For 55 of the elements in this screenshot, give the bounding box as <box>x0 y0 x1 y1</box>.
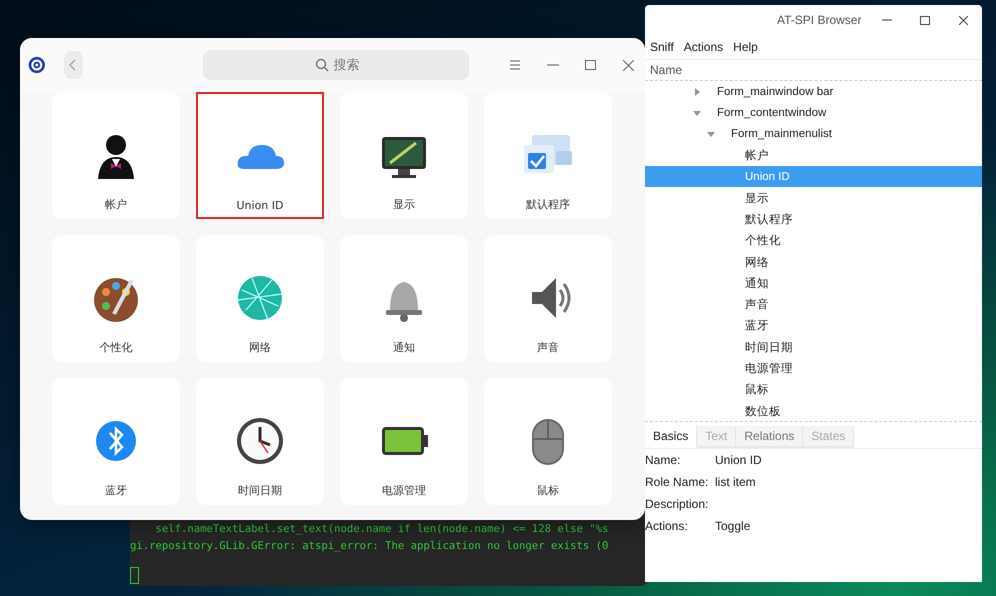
menu-item[interactable]: Sniff <box>650 40 674 54</box>
tree-item[interactable]: Form_mainwindow bar <box>645 81 982 102</box>
tree-item[interactable]: Form_mainmenulist <box>645 124 982 145</box>
settings-module-tile[interactable]: 显示 <box>340 92 468 219</box>
settings-module-tile[interactable]: 帐户 <box>52 92 180 219</box>
tree-item[interactable]: 数位板 <box>645 400 982 421</box>
tree-item[interactable]: 时间日期 <box>645 336 982 358</box>
property-value: list item <box>715 475 757 489</box>
terminal-cursor <box>130 567 139 584</box>
settings-module-tile[interactable]: 默认程序 <box>484 92 612 219</box>
settings-module-tile[interactable]: 时间日期 <box>196 378 324 505</box>
terminal-line: gi.repository.GLib.GError: atspi_error: The application no longer exists (0 <box>130 539 610 554</box>
property-value: Union ID <box>715 453 763 467</box>
caret-icon[interactable] <box>707 130 715 138</box>
search-icon <box>314 58 329 72</box>
settings-module-tile[interactable]: 通知 <box>340 235 468 362</box>
property-label: Actions: <box>645 519 689 533</box>
property-label: Name: <box>645 453 682 467</box>
settings-module-tile[interactable]: 鼠标 <box>484 378 612 505</box>
settings-module-tile[interactable]: 个性化 <box>52 235 180 362</box>
tree-item[interactable]: 显示 <box>645 187 982 209</box>
menu-item[interactable]: Actions <box>684 40 724 54</box>
settings-module-tile[interactable]: 网络 <box>196 235 324 362</box>
minimize-icon <box>546 64 559 66</box>
tree-item[interactable]: 蓝牙 <box>645 315 982 337</box>
close-icon <box>622 60 634 70</box>
tree-item[interactable]: Form_contentwindow <box>645 102 982 124</box>
tree-item[interactable]: 个性化 <box>645 230 982 252</box>
tree-item[interactable]: 通知 <box>645 272 982 294</box>
chevron-left-icon <box>68 59 78 71</box>
settings-module-tile[interactable]: 声音 <box>484 235 612 362</box>
tab[interactable]: Relations <box>736 426 804 448</box>
column-header: Name <box>650 63 682 77</box>
caret-icon[interactable] <box>693 88 701 96</box>
window-title: AT-SPI Browser <box>777 13 862 27</box>
tree-item[interactable]: 鼠标 <box>645 379 982 400</box>
property-value: Toggle <box>715 519 752 533</box>
settings-module-tile[interactable]: Union ID <box>196 92 324 219</box>
tree-item[interactable]: 帐户 <box>645 144 982 166</box>
search-field[interactable]: 搜索 <box>202 50 469 80</box>
tree-item[interactable]: 网络 <box>645 251 982 273</box>
tree-item[interactable]: 默认程序 <box>645 208 982 230</box>
maximize-icon <box>920 16 930 24</box>
menu-item[interactable]: Help <box>733 40 758 54</box>
caret-icon[interactable] <box>693 108 701 117</box>
close-icon <box>958 16 968 24</box>
property-label: Role Name: <box>645 475 710 489</box>
property-label: Description: <box>645 497 710 511</box>
minimize-icon <box>882 19 892 21</box>
settings-module-tile[interactable]: 蓝牙 <box>52 378 180 505</box>
settings-module-tile[interactable]: 电源管理 <box>340 378 468 505</box>
menu-icon <box>509 60 522 70</box>
maximize-icon <box>585 60 596 70</box>
tree-item[interactable]: 声音 <box>645 294 982 316</box>
tree-item[interactable]: 电源管理 <box>645 358 982 380</box>
